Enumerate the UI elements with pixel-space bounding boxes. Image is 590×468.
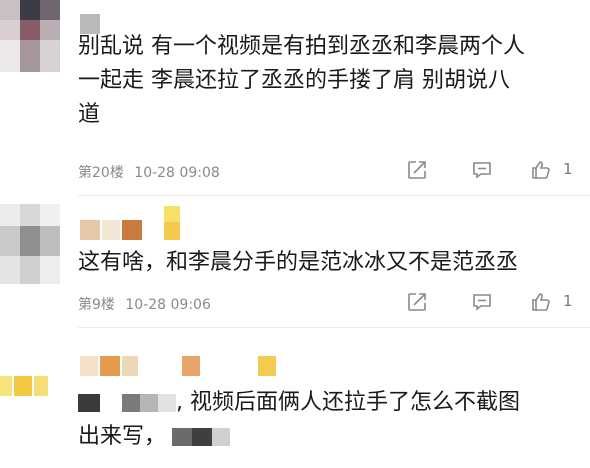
comment-line-text: 出来写， [78,424,167,449]
reply-icon[interactable] [470,158,494,182]
timestamp: 10-28 09:06 [125,297,211,313]
share-icon[interactable] [405,290,429,314]
avatar[interactable] [0,204,60,284]
comment-line-text: , 视频后面俩人还拉手了怎么不截图 [176,390,520,415]
like-count: 1 [563,292,573,310]
comment-line: 出来写， [78,420,583,454]
like-count: 1 [563,160,573,178]
comment-item: 别乱说 有一个视频是有拍到丞丞和李晨两个人 一起走 李晨还拉了丞丞的手搂了肩 别… [0,0,590,196]
username-censored[interactable] [80,206,190,242]
comment-item: , 视频后面俩人还拉手了怎么不截图 出来写， [0,328,590,468]
comment-line: 这有啥，和李晨分手的是范冰冰又不是范丞丞 [78,250,519,275]
username-censored[interactable] [80,356,280,376]
comment-line: , 视频后面俩人还拉手了怎么不截图 [78,386,583,420]
share-icon[interactable] [405,158,429,182]
comment-text: 这有啥，和李晨分手的是范冰冰又不是范丞丞 [78,246,583,280]
floor-number: 第20楼 [78,165,124,181]
comment-actions: 1 [405,158,590,182]
like-icon[interactable] [529,290,553,314]
timestamp: 10-28 09:08 [134,165,220,181]
comment-actions: 1 [405,290,590,314]
censored-block [78,394,100,412]
comment-text: 别乱说 有一个视频是有拍到丞丞和李晨两个人 一起走 李晨还拉了丞丞的手搂了肩 别… [78,30,583,132]
comment-line: 一起走 李晨还拉了丞丞的手搂了肩 别胡说八 [78,68,510,93]
comment-line: 道 [78,102,101,127]
comment-line: 别乱说 有一个视频是有拍到丞丞和李晨两个人 [78,34,525,59]
censored-block [172,428,193,446]
comment-meta: 第9楼 10-28 09:06 [78,294,211,314]
comment-item: 这有啥，和李晨分手的是范冰冰又不是范丞丞 第9楼 10-28 09:06 1 [0,196,590,328]
avatar[interactable] [0,0,60,72]
floor-number: 第9楼 [78,297,115,313]
avatar[interactable] [0,372,60,402]
comment-text: , 视频后面俩人还拉手了怎么不截图 出来写， [78,386,583,454]
comment-meta: 第20楼 10-28 09:08 [78,162,220,182]
reply-icon[interactable] [470,290,494,314]
like-icon[interactable] [529,158,553,182]
